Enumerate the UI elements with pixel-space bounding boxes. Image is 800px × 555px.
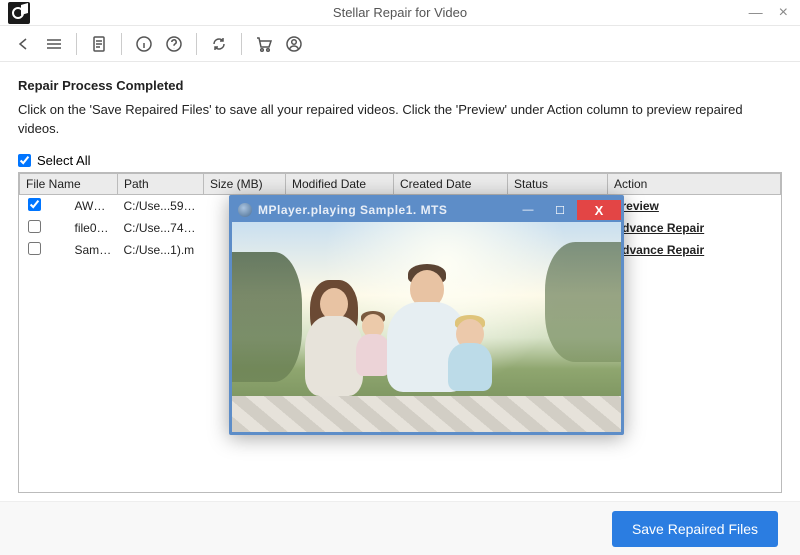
preview-player-window[interactable]: MPlayer.playing Sample1. MTS — ☐ X [229,195,624,435]
preview-minimize-button[interactable]: — [513,200,543,220]
cart-button[interactable] [254,34,274,54]
help-button[interactable] [164,34,184,54]
preview-video-frame [232,222,621,432]
cell-path: C:/Use...59.mov [118,194,204,217]
page-heading: Repair Process Completed [18,78,782,93]
col-path[interactable]: Path [118,173,204,194]
page-description: Click on the 'Save Repaired Files' to sa… [18,101,782,139]
cell-path: C:/Use...74.mov [118,217,204,239]
refresh-button[interactable] [209,34,229,54]
col-file-name[interactable]: File Name [20,173,118,194]
toolbar-separator [241,33,242,55]
col-status[interactable]: Status [508,173,608,194]
player-icon [238,203,252,217]
preview-close-button[interactable]: X [577,200,621,220]
menu-button[interactable] [44,34,64,54]
app-title: Stellar Repair for Video [333,5,467,20]
save-repaired-files-button[interactable]: Save Repaired Files [612,511,778,547]
cell-file: Samp....mov [69,239,118,261]
col-created[interactable]: Created Date [394,173,508,194]
back-button[interactable] [14,34,34,54]
preview-title: MPlayer.playing Sample1. MTS [258,203,511,217]
title-bar: Stellar Repair for Video — × [0,0,800,26]
row-checkbox[interactable] [28,242,41,255]
cell-path: C:/Use...1).m [118,239,204,261]
col-modified[interactable]: Modified Date [286,173,394,194]
col-size[interactable]: Size (MB) [204,173,286,194]
window-controls: — × [749,4,800,22]
toolbar [0,26,800,62]
toolbar-separator [196,33,197,55]
user-button[interactable] [284,34,304,54]
info-button[interactable] [134,34,154,54]
cell-file: file0...4.mp4 [69,217,118,239]
toolbar-separator [121,33,122,55]
footer-bar: Save Repaired Files [0,501,800,555]
cell-action-link[interactable]: Advance Repair [608,217,781,239]
page-icon[interactable] [89,34,109,54]
cell-action-link[interactable]: Preview [608,194,781,217]
select-all-label: Select All [37,153,90,168]
cell-file: AW_2....mov [69,194,118,217]
preview-title-bar[interactable]: MPlayer.playing Sample1. MTS — ☐ X [232,198,621,222]
col-action[interactable]: Action [608,173,781,194]
cell-action-link[interactable]: Advance Repair [608,239,781,261]
app-logo-icon [8,2,30,24]
table-header-row: File Name Path Size (MB) Modified Date C… [20,173,781,194]
select-all-checkbox[interactable] [18,154,31,167]
select-all-row: Select All [18,153,782,168]
row-checkbox[interactable] [28,198,41,211]
close-button[interactable]: × [779,4,788,22]
toolbar-separator [76,33,77,55]
preview-maximize-button[interactable]: ☐ [545,200,575,220]
minimize-button[interactable]: — [749,4,763,22]
row-checkbox[interactable] [28,220,41,233]
